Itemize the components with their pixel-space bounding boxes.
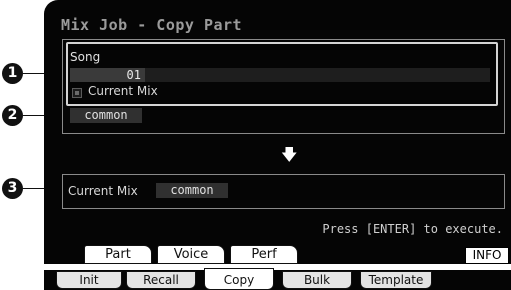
- screen-title: Mix Job - Copy Part: [61, 16, 243, 34]
- tab-part[interactable]: Part: [84, 245, 152, 264]
- lcd-screen: Mix Job - Copy Part Song 01 Current Mix …: [44, 0, 511, 290]
- source-part-field[interactable]: common: [70, 108, 142, 123]
- song-label: Song: [70, 50, 101, 64]
- callout-2: 2: [2, 105, 23, 126]
- info-button[interactable]: INFO: [465, 247, 509, 264]
- callout-1: 1: [2, 63, 23, 84]
- arrow-down-icon: 🡇: [281, 145, 298, 164]
- tab-recall[interactable]: Recall: [126, 271, 196, 289]
- current-mix-checkbox-label: Current Mix: [88, 84, 158, 98]
- tab-copy[interactable]: Copy: [204, 268, 274, 290]
- tab-template[interactable]: Template: [360, 271, 432, 289]
- tab-strip: [44, 264, 511, 270]
- execute-hint: Press [ENTER] to execute.: [322, 222, 503, 236]
- tab-init[interactable]: Init: [56, 271, 122, 289]
- song-number-field[interactable]: 01: [70, 68, 145, 82]
- callout-3: 3: [2, 178, 23, 199]
- tab-voice[interactable]: Voice: [157, 245, 225, 264]
- tab-bulk[interactable]: Bulk: [282, 271, 352, 289]
- destination-part-field[interactable]: common: [156, 183, 228, 198]
- current-mix-checkbox[interactable]: [72, 88, 82, 98]
- tab-perf[interactable]: Perf: [230, 245, 298, 264]
- destination-label: Current Mix: [68, 184, 138, 198]
